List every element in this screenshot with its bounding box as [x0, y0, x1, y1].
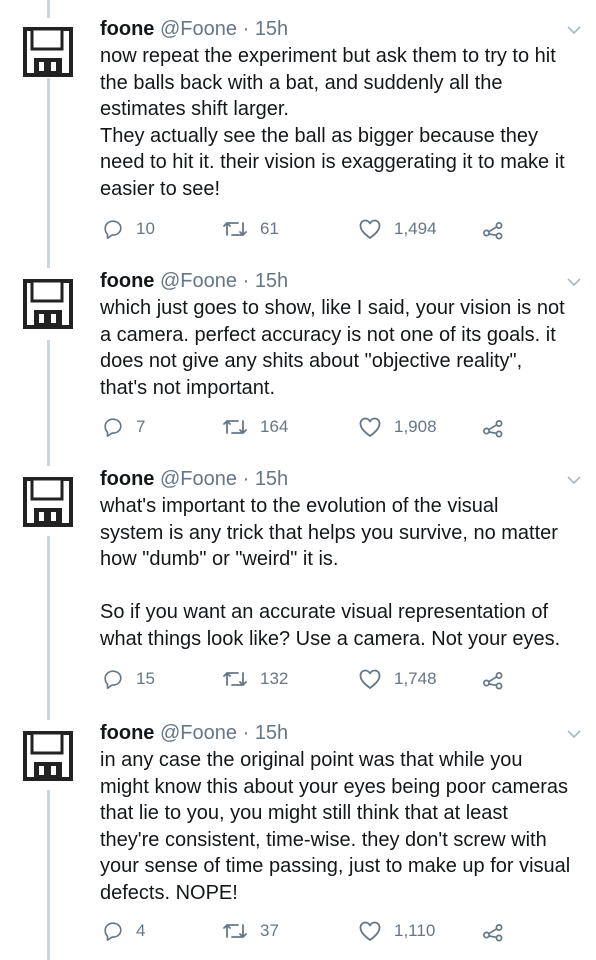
timestamp[interactable]: 15h	[255, 18, 288, 40]
avatar[interactable]	[22, 278, 74, 330]
chevron-down-icon	[567, 730, 581, 739]
author-handle[interactable]: @Foone	[160, 18, 237, 40]
reply-count: 7	[136, 417, 146, 436]
more-options-button[interactable]	[566, 472, 582, 488]
retweet-icon	[223, 924, 247, 938]
chevron-down-icon	[567, 476, 581, 485]
author-name[interactable]: foone	[100, 18, 154, 40]
author-handle[interactable]: @Foone	[160, 468, 237, 490]
retweet-icon	[223, 420, 247, 434]
author-name[interactable]: foone	[100, 722, 154, 744]
reply-button[interactable]: 10	[102, 214, 155, 244]
separator: ·	[242, 722, 250, 744]
retweet-button[interactable]: 164	[222, 412, 288, 442]
retweet-button[interactable]: 132	[222, 664, 288, 694]
tweet-text: which just goes to show, like I said, yo…	[100, 297, 565, 399]
more-options-button[interactable]	[566, 274, 582, 290]
tweet-text: what's important to the evolution of the…	[100, 495, 561, 650]
heart-icon	[359, 417, 381, 437]
share-icon	[483, 222, 503, 240]
floppy-disk-icon	[23, 27, 73, 77]
tweet[interactable]: foone @Foone · 15h which just goes to sh…	[0, 266, 596, 450]
reply-count: 4	[136, 921, 146, 940]
like-count: 1,494	[394, 219, 437, 238]
like-count: 1,110	[394, 921, 436, 940]
reply-count: 10	[136, 219, 155, 238]
floppy-disk-icon	[23, 279, 73, 329]
like-count: 1,908	[394, 417, 437, 436]
author-handle[interactable]: @Foone	[160, 270, 237, 292]
like-button[interactable]: 1,908	[358, 412, 437, 442]
tweet-header: foone @Foone · 15h	[100, 266, 288, 296]
reply-icon	[104, 670, 122, 689]
retweet-count: 164	[260, 417, 289, 436]
heart-icon	[359, 669, 381, 689]
share-icon	[483, 420, 503, 438]
reply-icon	[104, 922, 122, 941]
separator: ·	[242, 468, 250, 490]
separator: ·	[242, 270, 250, 292]
share-button[interactable]	[482, 412, 504, 442]
retweet-count: 37	[260, 921, 279, 940]
separator: ·	[242, 18, 250, 40]
retweet-count: 132	[260, 669, 289, 688]
tweet-header: foone @Foone · 15h	[100, 718, 288, 748]
avatar[interactable]	[22, 476, 74, 528]
avatar[interactable]	[22, 730, 74, 782]
share-button[interactable]	[482, 664, 504, 694]
author-name[interactable]: foone	[100, 468, 154, 490]
retweet-icon	[223, 672, 247, 686]
reply-icon	[104, 220, 122, 239]
timestamp[interactable]: 15h	[255, 468, 288, 490]
like-button[interactable]: 1,748	[358, 664, 437, 694]
heart-icon	[359, 921, 381, 941]
tweet-actions: 10 61 1,494	[100, 214, 520, 244]
reply-icon	[104, 418, 122, 437]
floppy-disk-icon	[23, 477, 73, 527]
like-button[interactable]: 1,494	[358, 214, 437, 244]
share-icon	[483, 672, 503, 690]
author-name[interactable]: foone	[100, 270, 154, 292]
like-count: 1,748	[394, 669, 437, 688]
share-icon	[483, 924, 503, 942]
tweet-header: foone @Foone · 15h	[100, 14, 288, 44]
retweet-button[interactable]: 37	[222, 916, 279, 946]
tweet[interactable]: foone @Foone · 15h in any case the origi…	[0, 718, 596, 958]
chevron-down-icon	[567, 278, 581, 287]
like-button[interactable]: 1,110	[358, 916, 435, 946]
tweet-text: in any case the original point was that …	[100, 749, 571, 904]
reply-button[interactable]: 7	[102, 412, 145, 442]
retweet-icon	[223, 222, 247, 236]
reply-count: 15	[136, 669, 155, 688]
tweet[interactable]: foone @Foone · 15h what's important to t…	[0, 464, 596, 704]
tweet-header: foone @Foone · 15h	[100, 464, 288, 494]
retweet-count: 61	[260, 219, 279, 238]
retweet-button[interactable]: 61	[222, 214, 279, 244]
reply-button[interactable]: 15	[102, 664, 155, 694]
timestamp[interactable]: 15h	[255, 722, 288, 744]
floppy-disk-icon	[23, 731, 73, 781]
tweet-actions: 4 37 1,110	[100, 916, 520, 946]
tweet-actions: 15 132 1,748	[100, 664, 520, 694]
chevron-down-icon	[567, 26, 581, 35]
share-button[interactable]	[482, 214, 504, 244]
tweet[interactable]: foone @Foone · 15h now repeat the experi…	[0, 14, 596, 254]
more-options-button[interactable]	[566, 22, 582, 38]
more-options-button[interactable]	[566, 726, 582, 742]
tweet-text: now repeat the experiment but ask them t…	[100, 45, 565, 200]
tweet-actions: 7 164 1,908	[100, 412, 520, 442]
heart-icon	[359, 219, 381, 239]
reply-button[interactable]: 4	[102, 916, 145, 946]
author-handle[interactable]: @Foone	[160, 722, 237, 744]
timestamp[interactable]: 15h	[255, 270, 288, 292]
share-button[interactable]	[482, 916, 504, 946]
avatar[interactable]	[22, 26, 74, 78]
